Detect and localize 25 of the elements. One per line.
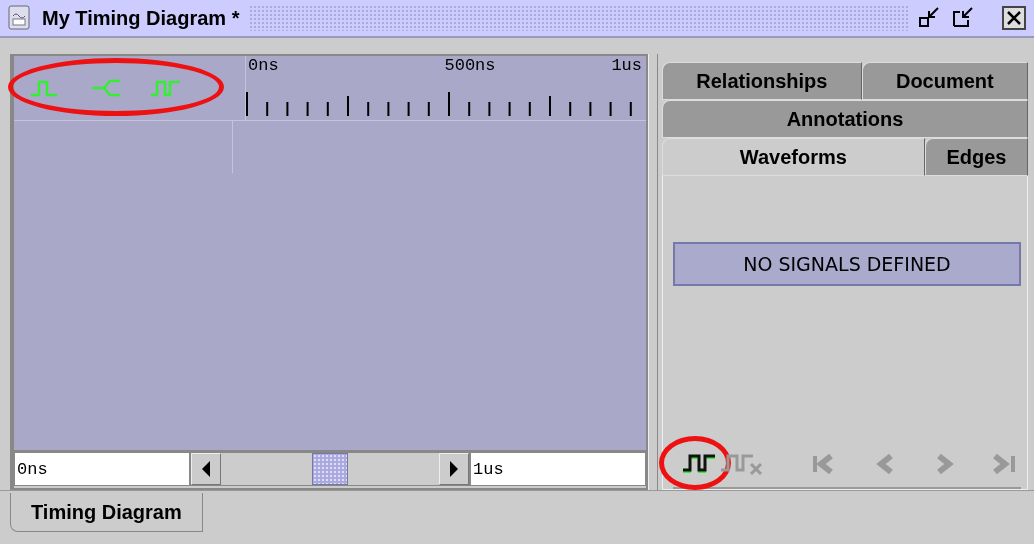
ruler-label: 0ns <box>248 56 279 77</box>
tab[interactable]: Document <box>861 62 1028 100</box>
tab[interactable]: Relationships <box>662 62 862 100</box>
tab[interactable]: Waveforms <box>662 138 925 176</box>
add-waveform-icon[interactable] <box>681 452 717 476</box>
editor-tab[interactable]: Timing Diagram <box>10 493 203 532</box>
tab[interactable]: Annotations <box>662 100 1028 138</box>
start-time-field[interactable]: 0ns <box>14 452 190 486</box>
splitter[interactable] <box>648 54 658 490</box>
window-title: My Timing Diagram * <box>42 6 240 30</box>
left-arrow-icon <box>201 461 211 477</box>
right-arrow-icon <box>449 461 459 477</box>
ruler-label: 500ns <box>444 56 496 77</box>
scroll-right-button[interactable] <box>439 453 469 485</box>
ruler-label: 1us <box>611 56 642 77</box>
empty-message: NO SIGNALS DEFINED <box>673 242 1021 286</box>
end-time-field[interactable]: 1us <box>470 452 646 486</box>
minimize-icon[interactable] <box>918 6 942 30</box>
document-icon <box>8 5 32 31</box>
scroll-thumb[interactable] <box>312 453 348 485</box>
maximize-icon[interactable] <box>952 6 976 30</box>
scroll-left-button[interactable] <box>191 453 221 485</box>
close-icon[interactable] <box>1002 6 1026 30</box>
tab[interactable]: Edges <box>924 138 1028 176</box>
scrollbar[interactable] <box>190 452 470 486</box>
